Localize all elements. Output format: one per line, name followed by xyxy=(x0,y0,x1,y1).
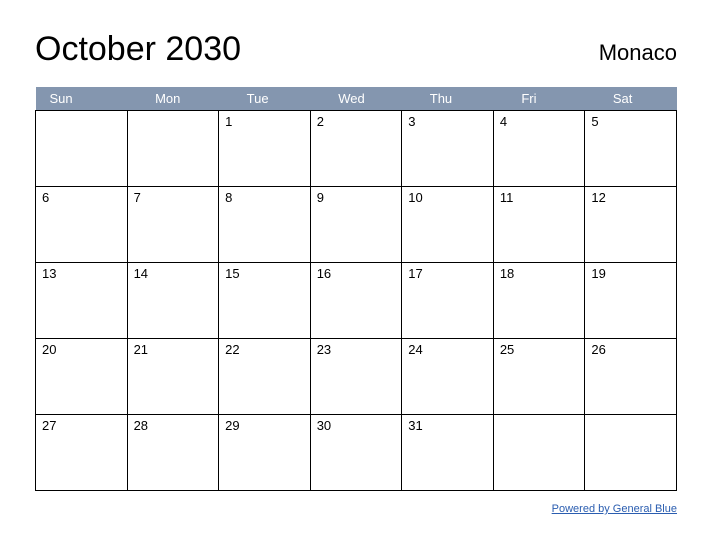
day-cell: 1 xyxy=(219,111,311,187)
day-cell: 15 xyxy=(219,263,311,339)
day-cell: 31 xyxy=(402,415,494,491)
day-cell: 2 xyxy=(310,111,402,187)
calendar-grid: Sun Mon Tue Wed Thu Fri Sat 1 2 3 4 5 6 … xyxy=(35,87,677,491)
day-cell: 19 xyxy=(585,263,677,339)
day-cell: 13 xyxy=(36,263,128,339)
day-header-row: Sun Mon Tue Wed Thu Fri Sat xyxy=(36,87,677,111)
day-cell: 12 xyxy=(585,187,677,263)
day-cell: 18 xyxy=(493,263,585,339)
week-row: 13 14 15 16 17 18 19 xyxy=(36,263,677,339)
day-cell: 28 xyxy=(127,415,219,491)
day-header-sun: Sun xyxy=(36,87,128,111)
day-cell: 23 xyxy=(310,339,402,415)
day-header-thu: Thu xyxy=(402,87,494,111)
calendar-header: October 2030 Monaco xyxy=(35,30,677,69)
week-row: 6 7 8 9 10 11 12 xyxy=(36,187,677,263)
day-cell: 10 xyxy=(402,187,494,263)
day-cell: 25 xyxy=(493,339,585,415)
day-cell xyxy=(493,415,585,491)
day-cell xyxy=(127,111,219,187)
day-cell: 17 xyxy=(402,263,494,339)
day-cell: 20 xyxy=(36,339,128,415)
day-cell: 30 xyxy=(310,415,402,491)
day-header-tue: Tue xyxy=(219,87,311,111)
day-cell: 16 xyxy=(310,263,402,339)
day-cell: 5 xyxy=(585,111,677,187)
day-header-sat: Sat xyxy=(585,87,677,111)
day-cell: 26 xyxy=(585,339,677,415)
day-cell: 4 xyxy=(493,111,585,187)
day-cell: 9 xyxy=(310,187,402,263)
day-cell: 21 xyxy=(127,339,219,415)
day-cell: 24 xyxy=(402,339,494,415)
day-cell: 7 xyxy=(127,187,219,263)
day-cell: 3 xyxy=(402,111,494,187)
region-label: Monaco xyxy=(599,40,677,66)
day-cell: 6 xyxy=(36,187,128,263)
week-row: 1 2 3 4 5 xyxy=(36,111,677,187)
day-cell: 14 xyxy=(127,263,219,339)
week-row: 20 21 22 23 24 25 26 xyxy=(36,339,677,415)
day-cell: 11 xyxy=(493,187,585,263)
day-cell xyxy=(585,415,677,491)
footer: Powered by General Blue xyxy=(35,499,677,517)
month-year-title: October 2030 xyxy=(35,30,241,69)
day-cell: 22 xyxy=(219,339,311,415)
day-header-mon: Mon xyxy=(127,87,219,111)
day-cell: 27 xyxy=(36,415,128,491)
week-row: 27 28 29 30 31 xyxy=(36,415,677,491)
day-cell: 29 xyxy=(219,415,311,491)
day-header-wed: Wed xyxy=(310,87,402,111)
day-cell xyxy=(36,111,128,187)
day-cell: 8 xyxy=(219,187,311,263)
powered-by-link[interactable]: Powered by General Blue xyxy=(552,503,677,515)
day-header-fri: Fri xyxy=(493,87,585,111)
